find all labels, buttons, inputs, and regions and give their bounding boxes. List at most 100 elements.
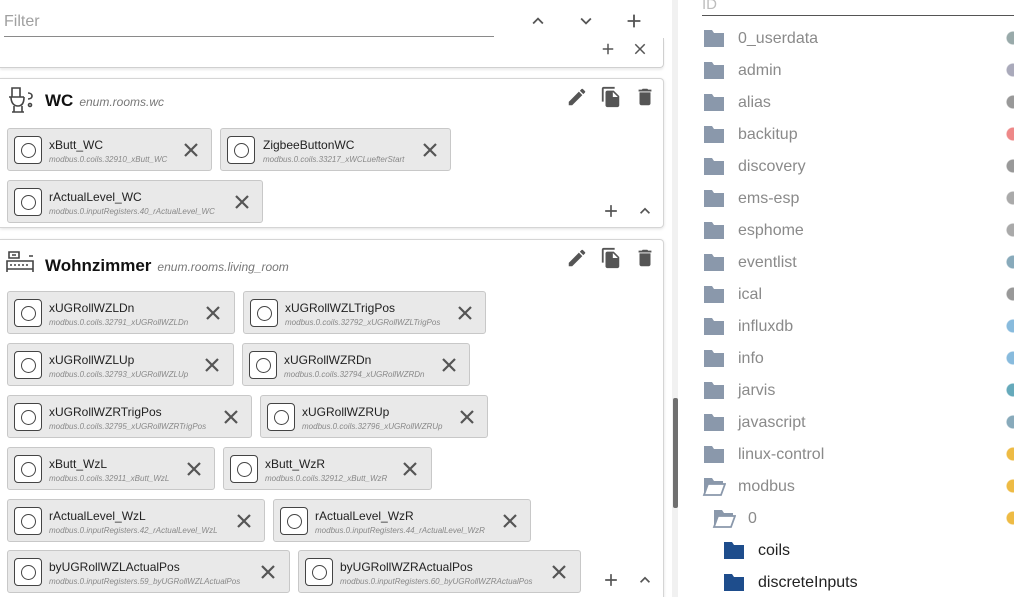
remove-member-button[interactable] bbox=[203, 303, 223, 323]
expand-all-button[interactable] bbox=[573, 8, 599, 34]
tree-item[interactable]: 0 bbox=[680, 502, 1014, 534]
chip-object-id: modbus.0.inputRegisters.44_rActualLevel_… bbox=[315, 526, 485, 535]
tree-item[interactable]: influxdb bbox=[680, 310, 1014, 342]
delete-room-button[interactable] bbox=[633, 246, 657, 270]
chip-title: xButt_WC bbox=[49, 138, 104, 152]
copy-room-button[interactable] bbox=[599, 246, 623, 270]
tree-item-label: discreteInputs bbox=[758, 574, 858, 591]
member-chip[interactable]: byUGRollWZLActualPos modbus.0.inputRegis… bbox=[7, 550, 290, 593]
pencil-icon bbox=[568, 249, 586, 267]
member-chip[interactable]: xButt_WzL modbus.0.coils.32911_xButt_WzL bbox=[7, 447, 215, 490]
remove-member-button[interactable] bbox=[258, 562, 278, 582]
adapter-icon bbox=[1005, 218, 1014, 242]
folder-icon bbox=[702, 27, 726, 49]
tree-item[interactable]: linux-control bbox=[680, 438, 1014, 470]
close-icon bbox=[187, 462, 201, 476]
room-header: Wohnzimmer enum.rooms.living_room bbox=[0, 240, 663, 284]
remove-member-button[interactable] bbox=[420, 140, 440, 160]
member-chip[interactable]: xUGRollWZLUp modbus.0.coils.32793_xUGRol… bbox=[7, 343, 234, 386]
collapse-room-icon[interactable] bbox=[635, 201, 655, 221]
tree-item[interactable]: ems-esp bbox=[680, 182, 1014, 214]
tree-item[interactable]: backitup bbox=[680, 118, 1014, 150]
tree-item[interactable]: info bbox=[680, 342, 1014, 374]
copy-room-button[interactable] bbox=[599, 85, 623, 109]
member-chip[interactable]: xUGRollWZRUp modbus.0.coils.32796_xUGRol… bbox=[260, 395, 488, 438]
id-column-header[interactable]: ID bbox=[702, 0, 1014, 16]
member-chip[interactable]: rActualLevel_WC modbus.0.inputRegisters.… bbox=[7, 180, 263, 223]
edit-room-button[interactable] bbox=[565, 85, 589, 109]
tree-item-label: linux-control bbox=[738, 446, 825, 463]
remove-member-button[interactable] bbox=[439, 355, 459, 375]
member-chip[interactable]: xUGRollWZLTrigPos modbus.0.coils.32792_x… bbox=[243, 291, 486, 334]
delete-room-button[interactable] bbox=[633, 85, 657, 109]
state-icon bbox=[14, 558, 42, 586]
remove-member-button[interactable] bbox=[549, 562, 569, 582]
collapse-all-button[interactable] bbox=[525, 8, 551, 34]
state-icon bbox=[14, 299, 42, 327]
folder-icon bbox=[702, 411, 726, 433]
chip-title: xUGRollWZLUp bbox=[49, 353, 135, 367]
tree-item[interactable]: discovery bbox=[680, 150, 1014, 182]
tree-item[interactable]: 0_userdata bbox=[680, 22, 1014, 54]
member-chip[interactable]: byUGRollWZRActualPos modbus.0.inputRegis… bbox=[298, 550, 581, 593]
chip-object-id: modbus.0.coils.32910_xButt_WC bbox=[49, 155, 168, 164]
plus-icon[interactable] bbox=[599, 40, 617, 58]
tree-item[interactable]: javascript bbox=[680, 406, 1014, 438]
tree-item[interactable]: admin bbox=[680, 54, 1014, 86]
copy-icon bbox=[601, 86, 620, 108]
remove-member-button[interactable] bbox=[181, 140, 201, 160]
chip-title: rActualLevel_WC bbox=[49, 190, 142, 204]
remove-member-button[interactable] bbox=[232, 192, 252, 212]
member-chip[interactable]: xUGRollWZRTrigPos modbus.0.coils.32795_x… bbox=[7, 395, 252, 438]
remove-member-button[interactable] bbox=[184, 459, 204, 479]
tree-item[interactable]: discreteInputs bbox=[680, 566, 1014, 597]
member-chip[interactable]: xUGRollWZLDn modbus.0.coils.32791_xUGRol… bbox=[7, 291, 235, 334]
left-scrollbar-thumb[interactable] bbox=[673, 398, 678, 508]
adapter-icon bbox=[1005, 378, 1014, 402]
folder-icon bbox=[702, 187, 726, 209]
tree-item[interactable]: alias bbox=[680, 86, 1014, 118]
filter-input[interactable] bbox=[4, 8, 494, 37]
member-chip[interactable]: xButt_WzR modbus.0.coils.32912_xButt_WzR bbox=[223, 447, 432, 490]
edit-room-button[interactable] bbox=[565, 246, 589, 270]
close-icon[interactable] bbox=[631, 40, 649, 58]
tree-item[interactable]: ical bbox=[680, 278, 1014, 310]
remove-member-button[interactable] bbox=[455, 303, 475, 323]
object-tree-panel: ID 0_userdata admin alias backitup discovery… bbox=[680, 0, 1014, 597]
add-enum-button[interactable] bbox=[621, 8, 647, 34]
add-member-icon[interactable] bbox=[601, 570, 621, 590]
sofa-icon bbox=[3, 246, 37, 280]
folder-icon bbox=[722, 571, 746, 593]
tree-item-label: esphome bbox=[738, 222, 804, 239]
collapse-room-icon[interactable] bbox=[635, 570, 655, 590]
member-chip[interactable]: rActualLevel_WzR modbus.0.inputRegisters… bbox=[273, 499, 531, 542]
member-chip[interactable]: rActualLevel_WzL modbus.0.inputRegisters… bbox=[7, 499, 265, 542]
remove-member-button[interactable] bbox=[202, 355, 222, 375]
tree-item[interactable]: modbus bbox=[680, 470, 1014, 502]
close-icon bbox=[224, 410, 238, 424]
chip-object-id: modbus.0.coils.33217_xWCLuefterStart bbox=[263, 155, 405, 164]
toilet-icon bbox=[3, 85, 37, 119]
member-chip[interactable]: ZigbeeButtonWC modbus.0.coils.33217_xWCL… bbox=[220, 128, 451, 171]
remove-member-button[interactable] bbox=[221, 407, 241, 427]
adapter-icon bbox=[1005, 250, 1014, 274]
adapter-icon bbox=[1005, 90, 1014, 114]
folder-icon bbox=[702, 59, 726, 81]
folder-icon bbox=[702, 347, 726, 369]
remove-member-button[interactable] bbox=[457, 407, 477, 427]
tree-item[interactable]: jarvis bbox=[680, 374, 1014, 406]
tree-item[interactable]: eventlist bbox=[680, 246, 1014, 278]
state-icon bbox=[249, 351, 277, 379]
chip-title: xUGRollWZRTrigPos bbox=[49, 405, 162, 419]
member-chip[interactable]: xButt_WC modbus.0.coils.32910_xButt_WC bbox=[7, 128, 212, 171]
tree-item[interactable]: esphome bbox=[680, 214, 1014, 246]
state-icon bbox=[14, 188, 42, 216]
remove-member-button[interactable] bbox=[400, 459, 420, 479]
chip-object-id: modbus.0.coils.32791_xUGRollWZLDn bbox=[49, 318, 189, 327]
add-member-icon[interactable] bbox=[601, 201, 621, 221]
remove-member-button[interactable] bbox=[500, 511, 520, 531]
member-chip[interactable]: xUGRollWZRDn modbus.0.coils.32794_xUGRol… bbox=[242, 343, 470, 386]
remove-member-button[interactable] bbox=[234, 511, 254, 531]
tree-item[interactable]: coils bbox=[680, 534, 1014, 566]
room-name-text: WC bbox=[45, 91, 74, 110]
